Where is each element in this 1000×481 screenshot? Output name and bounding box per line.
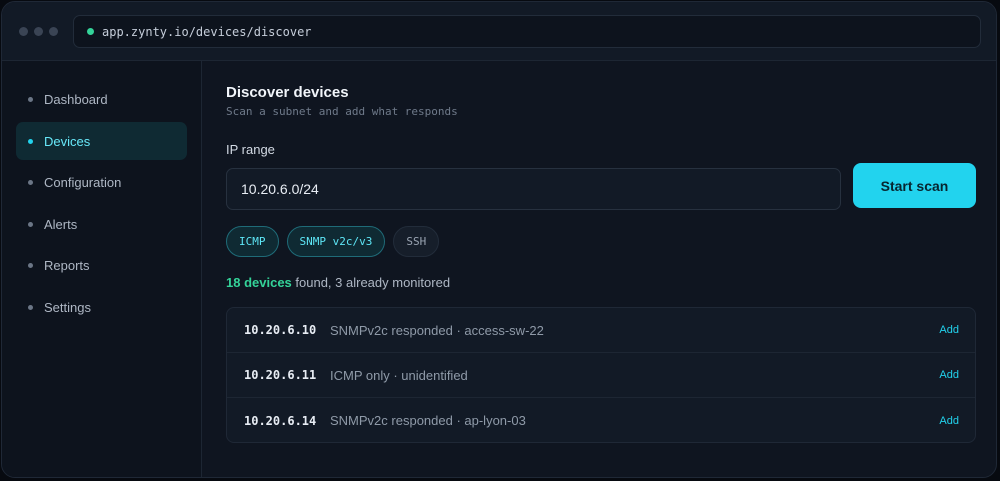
device-ip: 10.20.6.10 [244, 323, 317, 337]
ip-range-label: IP range [226, 142, 275, 157]
list-item: 10.20.6.14 SNMPv2c responded · ap-lyon-0… [227, 398, 975, 442]
sidebar-item-label: Alerts [44, 216, 78, 232]
secure-indicator-icon [87, 28, 94, 35]
sidebar-item-label: Settings [44, 299, 91, 315]
list-item: 10.20.6.10 SNMPv2c responded · access-sw… [227, 308, 975, 353]
bullet-icon [28, 96, 33, 102]
sidebar-item-label: Configuration [44, 174, 122, 190]
main-content: Discover devices Scan a subnet and add w… [202, 61, 996, 477]
window-dot-icon[interactable] [49, 27, 58, 36]
protocol-chips: ICMP SNMP v2c/v3 SSH [226, 226, 440, 257]
protocol-chip-snmp[interactable]: SNMP v2c/v3 [286, 226, 386, 257]
page-subtitle: Scan a subnet and add what responds [226, 105, 458, 118]
protocol-chip-icmp[interactable]: ICMP [226, 226, 279, 257]
results-list: 10.20.6.10 SNMPv2c responded · access-sw… [226, 307, 976, 443]
address-bar[interactable]: app.zynty.io/devices/discover [73, 15, 981, 48]
status-detail: found, 3 already monitored [291, 275, 451, 290]
start-scan-button[interactable]: Start scan [853, 163, 976, 208]
sidebar-item-settings[interactable]: Settings [16, 288, 187, 326]
browser-titlebar: app.zynty.io/devices/discover [2, 2, 996, 61]
device-ip: 10.20.6.14 [244, 413, 317, 428]
bullet-icon [28, 179, 33, 185]
ip-range-input[interactable] [226, 168, 841, 210]
device-description: SNMPv2c responded · access-sw-22 [330, 322, 544, 338]
bullet-icon [28, 221, 33, 227]
sidebar-item-label: Reports [44, 257, 90, 273]
bullet-icon [28, 304, 33, 310]
app-window: app.zynty.io/devices/discover Dashboard … [1, 1, 997, 478]
add-device-button[interactable]: Add [939, 324, 959, 336]
window-controls [19, 27, 58, 36]
scan-status: 18 devices found, 3 already monitored [226, 275, 450, 290]
sidebar-item-configuration[interactable]: Configuration [16, 163, 187, 201]
sidebar-item-alerts[interactable]: Alerts [16, 205, 187, 243]
protocol-chip-ssh[interactable]: SSH [393, 226, 440, 257]
device-count: 18 devices [226, 275, 292, 290]
add-device-button[interactable]: Add [939, 369, 959, 381]
sidebar-item-dashboard[interactable]: Dashboard [16, 80, 187, 118]
sidebar-item-label: Devices [44, 133, 91, 149]
page-title: Discover devices [226, 84, 349, 101]
url-text: app.zynty.io/devices/discover [102, 24, 312, 39]
sidebar: Dashboard Devices Configuration Alerts R… [2, 61, 202, 477]
device-description: ICMP only · unidentified [330, 367, 468, 383]
sidebar-item-devices[interactable]: Devices [16, 122, 187, 160]
device-description: SNMPv2c responded · ap-lyon-03 [330, 413, 526, 428]
window-dot-icon[interactable] [19, 27, 28, 36]
add-device-button[interactable]: Add [939, 415, 959, 427]
bullet-icon [28, 262, 33, 268]
bullet-icon [28, 138, 33, 144]
sidebar-item-label: Dashboard [44, 91, 108, 107]
sidebar-item-reports[interactable]: Reports [16, 246, 187, 284]
list-item: 10.20.6.11 ICMP only · unidentified Add [227, 353, 975, 398]
window-dot-icon[interactable] [34, 27, 43, 36]
device-ip: 10.20.6.11 [244, 368, 317, 382]
